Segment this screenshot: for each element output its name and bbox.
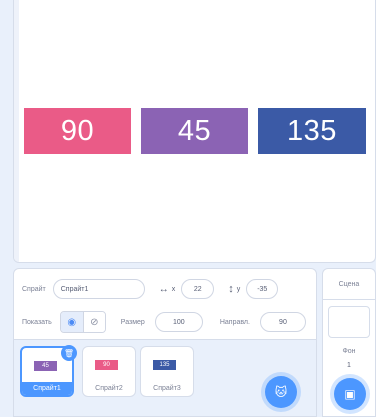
- show-label: Показать: [22, 318, 52, 326]
- sprite-label: Спрайт: [22, 285, 46, 293]
- add-sprite-button[interactable]: 🐱: [265, 376, 297, 408]
- backdrops-label: Фон: [342, 348, 356, 355]
- sprite-thumb-preview-text: 45: [42, 363, 49, 369]
- horizontal-arrows-icon: ↔: [158, 283, 169, 295]
- scene-thumbnail[interactable]: [328, 306, 370, 338]
- sprite-thumb-name: Спрайт3: [153, 385, 181, 392]
- visibility-toggle: ◉ ⊘: [59, 311, 106, 333]
- add-backdrop-button[interactable]: ▣: [334, 378, 366, 410]
- vertical-arrows-icon: ↕: [228, 283, 234, 295]
- y-value: -35: [257, 285, 268, 293]
- size-label: Размер: [120, 318, 145, 326]
- sprite-thumb-preview-text: 135: [159, 362, 170, 368]
- y-input[interactable]: -35: [246, 279, 279, 299]
- sprite-thumb-preview: 90: [95, 360, 118, 370]
- scratch-gui: 90 45 135 Спрайт Спрайт1 ↔ x 22 ↕ y -35: [0, 0, 376, 417]
- x-input[interactable]: 22: [181, 279, 215, 299]
- sprite-thumb-3[interactable]: 135 Спрайт3: [140, 346, 194, 397]
- size-input[interactable]: 100: [154, 312, 203, 332]
- sprite-info-row-1: Спрайт Спрайт1 ↔ x 22 ↕ y -35: [14, 279, 279, 299]
- sprite-info-panel: Спрайт Спрайт1 ↔ x 22 ↕ y -35 Показать ◉…: [13, 268, 317, 340]
- sprite-thumb-preview: 135: [153, 360, 176, 370]
- stage-tile-135[interactable]: 135: [258, 108, 366, 154]
- sprite-thumb-2[interactable]: 90 Спрайт2: [82, 346, 136, 397]
- direction-input[interactable]: 90: [259, 312, 306, 332]
- stage-gutter: [14, 0, 19, 262]
- hide-eye-icon[interactable]: ⊘: [82, 312, 105, 332]
- scene-divider: [323, 299, 375, 300]
- size-value: 100: [172, 318, 185, 326]
- sprite-name-input[interactable]: Спрайт1: [52, 279, 145, 299]
- stage-canvas[interactable]: 90 45 135: [13, 0, 376, 263]
- tile-value: 90: [60, 114, 95, 147]
- y-label: y: [236, 285, 241, 293]
- x-value: 22: [193, 285, 202, 293]
- tile-value: 135: [287, 114, 337, 147]
- sprite-name-value: Спрайт1: [60, 285, 89, 293]
- image-add-icon: ▣: [344, 387, 356, 401]
- stage-tile-90[interactable]: 90: [24, 108, 131, 154]
- backdrops-count: 1: [347, 362, 351, 369]
- delete-sprite-icon[interactable]: 🗑: [61, 345, 77, 361]
- direction-value: 90: [279, 318, 287, 326]
- direction-label: Направл.: [219, 318, 250, 326]
- show-eye-icon[interactable]: ◉: [60, 312, 83, 332]
- sprite-thumb-name: Спрайт1: [22, 382, 72, 395]
- sprite-thumb-name: Спрайт2: [95, 385, 123, 392]
- sprite-info-row-2: Показать ◉ ⊘ Размер 100 Направл. 90: [14, 311, 306, 333]
- x-label: x: [171, 285, 176, 293]
- tile-value: 45: [177, 114, 212, 147]
- scene-title: Сцена: [338, 281, 360, 288]
- sprite-thumb-preview: 45: [34, 361, 57, 371]
- stage-tile-45[interactable]: 45: [141, 108, 248, 154]
- sprite-thumb-preview-text: 90: [103, 362, 110, 368]
- cat-face-icon: 🐱: [274, 385, 288, 399]
